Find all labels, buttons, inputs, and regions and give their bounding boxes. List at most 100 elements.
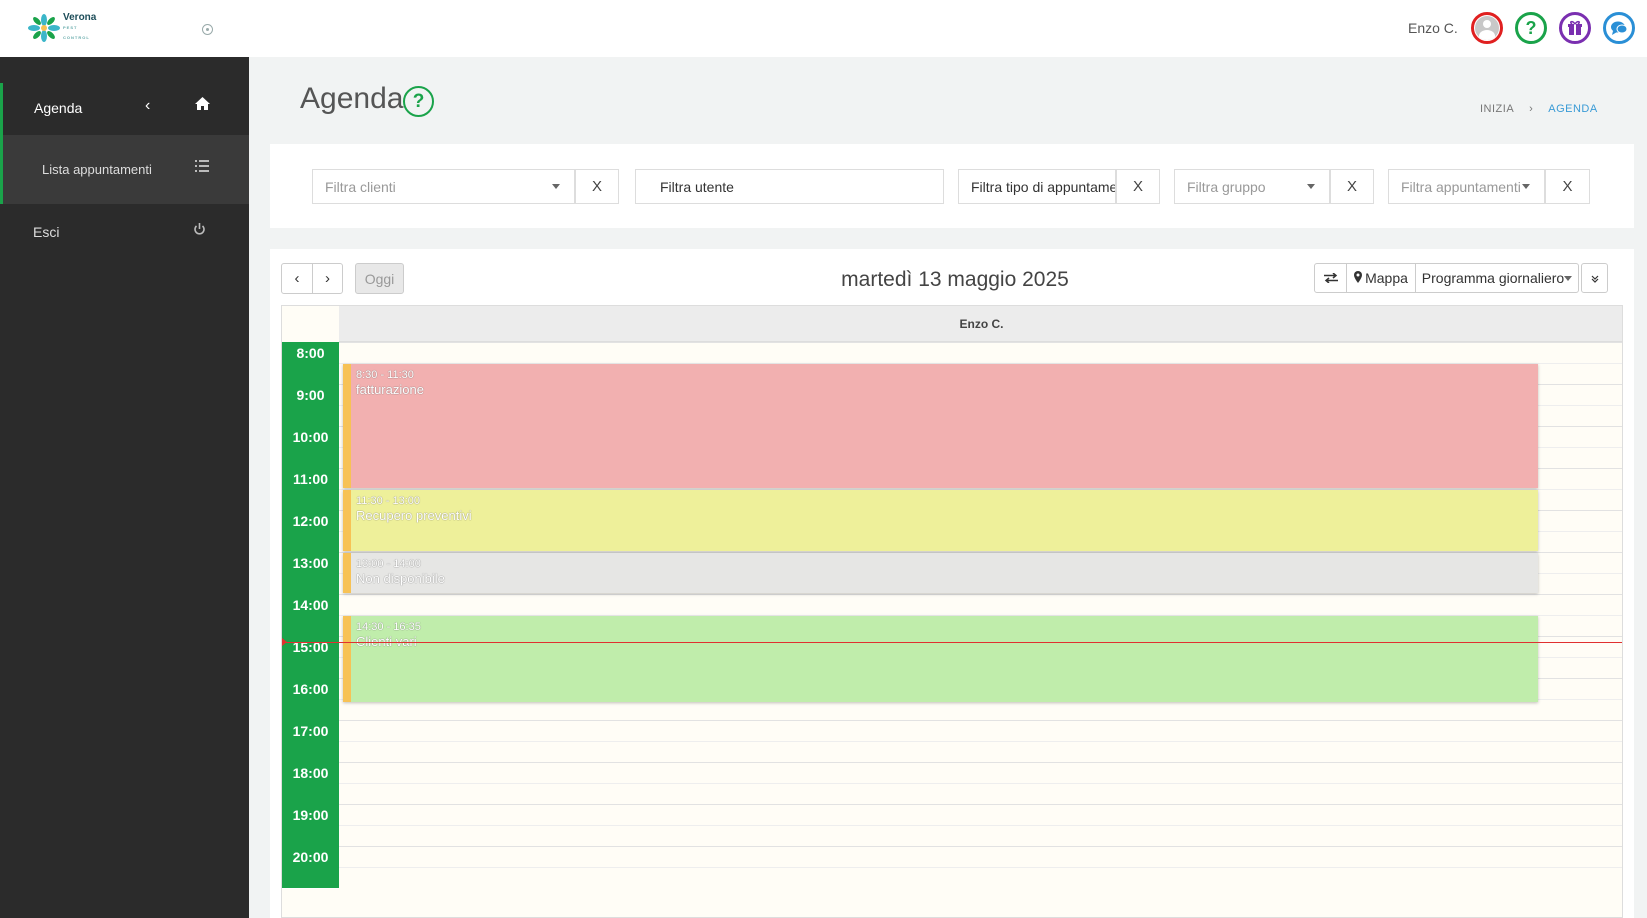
hour-label: 8:00 xyxy=(282,342,339,364)
hour-label: 19:00 xyxy=(282,804,339,826)
half-hour-slot xyxy=(282,783,339,805)
page-title: Agenda xyxy=(300,82,404,115)
grid-line xyxy=(339,867,1622,868)
map-marker-icon xyxy=(1354,270,1363,286)
chevron-left-icon[interactable]: ‹ xyxy=(145,97,150,115)
hour-label: 17:00 xyxy=(282,720,339,742)
resource-column-header: Enzo C. xyxy=(339,306,1622,342)
user-avatar-icon[interactable] xyxy=(1471,12,1503,44)
hour-label: 18:00 xyxy=(282,762,339,784)
caret-down-icon xyxy=(1522,184,1530,189)
chat-icon[interactable] xyxy=(1603,12,1635,44)
logo-name: Verona xyxy=(63,12,97,23)
event-title: Recupero preventivi xyxy=(356,508,472,523)
chevron-right-icon: › xyxy=(1529,103,1534,115)
gift-icon[interactable] xyxy=(1559,12,1591,44)
sidebar-item-agenda[interactable]: Agenda ‹ xyxy=(0,83,249,135)
clienti-filter-placeholder: Filtra clienti xyxy=(325,178,396,195)
appuntamenti-filter-select[interactable]: Filtra appuntamenti xyxy=(1388,169,1545,204)
home-icon xyxy=(195,97,210,115)
grid-line xyxy=(339,846,1622,847)
logo-flower-icon xyxy=(28,14,60,42)
sidebar-item-label: Esci xyxy=(33,224,60,240)
event-title: Non disponibile xyxy=(356,571,445,586)
half-hour-slot xyxy=(282,615,339,637)
calendar-panel: ‹ › Oggi martedì 13 maggio 2025 Mappa Pr… xyxy=(270,249,1634,918)
sidebar-item-lista-appuntamenti[interactable]: Lista appuntamenti xyxy=(0,135,249,204)
time-column: 8:00 9:00 10:00 11:00 12:00 13:00 14:00 15:00 16… xyxy=(282,342,339,917)
hour-label: 10:00 xyxy=(282,426,339,448)
hour-label: 13:00 xyxy=(282,552,339,574)
hour-label: 15:00 xyxy=(282,636,339,658)
filter-panel: Filtra clienti X Filtra utente Filtra ti… xyxy=(270,144,1634,228)
caret-down-icon xyxy=(1307,184,1315,189)
hour-label: 11:00 xyxy=(282,468,339,490)
half-hour-slot xyxy=(282,699,339,721)
grid-line xyxy=(339,825,1622,826)
event-time: 13:00 - 14:00 xyxy=(356,558,421,570)
list-icon xyxy=(195,159,209,175)
caret-down-icon xyxy=(552,184,560,189)
grid-line xyxy=(339,804,1622,805)
sidebar-item-esci[interactable]: Esci xyxy=(0,204,249,264)
hour-label: 12:00 xyxy=(282,510,339,532)
sidebar: Agenda ‹ Lista appuntamenti Esci xyxy=(0,57,249,918)
view-select[interactable]: Programma giornaliero xyxy=(1415,263,1579,293)
half-hour-slot xyxy=(282,531,339,553)
top-header: Verona PEST CONTROL Enzo C. ? xyxy=(0,0,1647,57)
grid-line xyxy=(339,783,1622,784)
grid-line xyxy=(339,594,1622,595)
grid-line xyxy=(339,342,1622,343)
half-hour-slot xyxy=(282,363,339,385)
grid-line xyxy=(339,741,1622,742)
current-time-marker-icon xyxy=(282,638,287,646)
gruppo-filter-select[interactable]: Filtra gruppo xyxy=(1174,169,1330,204)
hour-label: 20:00 xyxy=(282,846,339,868)
breadcrumb: INIZIA › AGENDA xyxy=(1480,103,1598,115)
appointment-event[interactable]: 13:00 - 14:00 Non disponibile xyxy=(343,553,1538,593)
current-time-line xyxy=(282,642,1622,643)
event-time: 8:30 - 11:30 xyxy=(356,369,414,381)
logo-tagline: PEST CONTROL xyxy=(63,25,90,40)
utente-filter-input[interactable]: Filtra utente xyxy=(635,169,944,204)
hour-label: 9:00 xyxy=(282,384,339,406)
appointment-event[interactable]: 14:30 - 16:35 Clienti vari xyxy=(343,616,1538,702)
expand-button[interactable] xyxy=(1581,263,1608,293)
appointment-event[interactable]: 11:30 - 13:00 Recupero preventivi xyxy=(343,490,1538,551)
clienti-filter-select[interactable]: Filtra clienti xyxy=(312,169,575,204)
breadcrumb-current: AGENDA xyxy=(1548,103,1598,115)
help-icon[interactable]: ? xyxy=(403,86,434,117)
half-hour-slot xyxy=(282,657,339,679)
clienti-filter-clear-button[interactable]: X xyxy=(575,169,619,204)
sidebar-toggle-icon[interactable] xyxy=(202,24,213,35)
tipo-filter-value: Filtra tipo di appuntamento xyxy=(971,178,1115,195)
tipo-filter-input[interactable]: Filtra tipo di appuntamento xyxy=(958,169,1116,204)
gruppo-filter-clear-button[interactable]: X xyxy=(1330,169,1374,204)
caret-down-icon xyxy=(1564,275,1573,281)
event-time: 11:30 - 13:00 xyxy=(356,495,421,507)
grid-line xyxy=(339,720,1622,721)
appuntamenti-filter-placeholder: Filtra appuntamenti xyxy=(1401,178,1521,195)
hour-label: 16:00 xyxy=(282,678,339,700)
map-button-label: Mappa xyxy=(1365,270,1408,286)
appointment-event[interactable]: 8:30 - 11:30 fatturazione xyxy=(343,364,1538,488)
event-title: fatturazione xyxy=(356,382,424,397)
half-hour-slot xyxy=(282,867,339,889)
map-button[interactable]: Mappa xyxy=(1346,263,1416,293)
half-hour-slot xyxy=(282,825,339,847)
half-hour-slot xyxy=(282,741,339,763)
appuntamenti-filter-clear-button[interactable]: X xyxy=(1545,169,1590,204)
help-icon[interactable]: ? xyxy=(1515,12,1547,44)
swap-view-button[interactable] xyxy=(1314,263,1347,293)
user-name[interactable]: Enzo C. xyxy=(1408,20,1458,36)
app-logo[interactable]: Verona PEST CONTROL xyxy=(28,12,103,42)
tipo-filter-clear-button[interactable]: X xyxy=(1116,169,1160,204)
view-select-label: Programma giornaliero xyxy=(1421,270,1565,286)
half-hour-slot xyxy=(282,405,339,427)
power-icon xyxy=(193,223,206,239)
half-hour-slot xyxy=(282,573,339,595)
sidebar-item-label: Agenda xyxy=(34,100,83,116)
half-hour-slot xyxy=(282,489,339,511)
half-hour-slot xyxy=(282,447,339,469)
breadcrumb-home[interactable]: INIZIA xyxy=(1480,103,1514,115)
